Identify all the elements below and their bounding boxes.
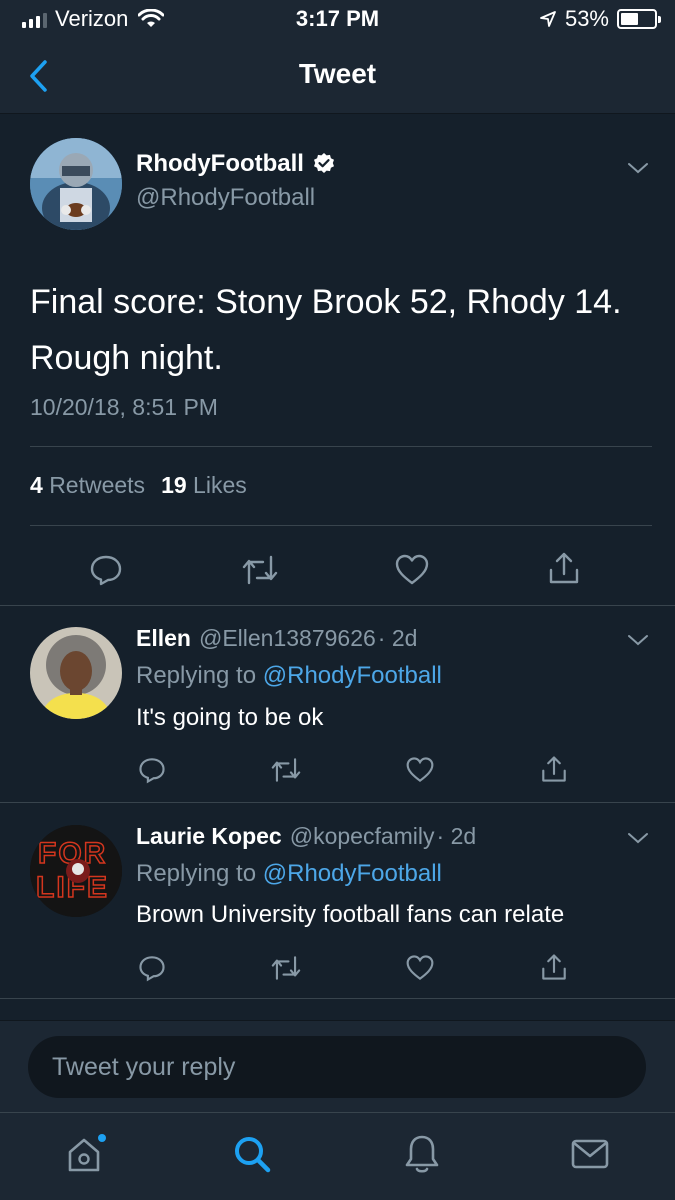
retweet-button[interactable] — [238, 548, 282, 592]
like-label: Likes — [193, 472, 247, 498]
like-button[interactable] — [390, 548, 434, 592]
reply-icon — [90, 555, 122, 586]
chevron-down-icon[interactable] — [626, 632, 650, 648]
reply-avatar[interactable]: FOR LIFE — [30, 825, 122, 917]
tab-home[interactable] — [54, 1124, 114, 1184]
reply-input[interactable] — [28, 1036, 646, 1098]
location-arrow-icon — [540, 11, 556, 27]
chevron-down-icon[interactable] — [626, 160, 650, 176]
reply-icon — [139, 758, 165, 784]
retweet-label: Retweets — [49, 472, 146, 498]
retweet-icon — [271, 758, 301, 782]
reply-text: Brown University football fans can relat… — [136, 901, 565, 928]
retweet-count: 4 — [30, 472, 43, 498]
share-button[interactable] — [542, 546, 586, 590]
verified-badge-icon — [313, 153, 334, 173]
share-button[interactable] — [534, 948, 574, 986]
replying-to-link[interactable]: @RhodyFootball — [263, 860, 442, 887]
author-name-row: RhodyFootball — [136, 150, 336, 178]
status-right: 53% — [539, 6, 661, 32]
person-avatar — [30, 627, 122, 719]
retweet-button[interactable] — [266, 950, 306, 986]
share-icon — [542, 756, 566, 782]
tab-search[interactable] — [222, 1124, 282, 1184]
divider — [0, 605, 675, 606]
reply-text: It's going to be ok — [136, 704, 324, 731]
battery-fill — [621, 13, 638, 25]
author-name[interactable]: RhodyFootball — [136, 150, 304, 178]
mail-icon — [571, 1139, 609, 1169]
tweet-stats: 4 Retweets 19 Likes — [30, 472, 247, 499]
retweet-button[interactable] — [266, 752, 306, 788]
reply-button[interactable] — [132, 752, 172, 788]
tweet-actions — [0, 540, 675, 600]
reply-avatar[interactable] — [30, 627, 122, 719]
home-icon — [68, 1134, 106, 1172]
football-player-avatar — [30, 138, 122, 230]
reply-button[interactable] — [132, 950, 172, 986]
retweet-icon — [271, 956, 301, 980]
chevron-down-icon[interactable] — [626, 830, 650, 846]
battery-icon — [617, 9, 661, 29]
share-button[interactable] — [534, 750, 574, 788]
tweet-timestamp: 10/20/18, 8:51 PM — [30, 394, 218, 420]
reply-button[interactable] — [84, 548, 128, 592]
like-button[interactable] — [400, 950, 440, 986]
divider — [0, 998, 675, 999]
reply-author-handle[interactable]: @kopecfamily — [290, 823, 435, 850]
author-avatar[interactable] — [30, 138, 122, 230]
reply-header: Laurie Kopec @kopecfamily · 2d — [136, 823, 476, 850]
replying-to-prefix: Replying to — [136, 860, 257, 887]
divider — [30, 525, 652, 526]
retweet-icon — [242, 555, 278, 585]
replying-to-link[interactable]: @RhodyFootball — [263, 662, 442, 689]
retweets-stat[interactable]: 4 Retweets — [30, 472, 145, 499]
author-handle[interactable]: @RhodyFootball — [136, 184, 315, 212]
replying-to: Replying to @RhodyFootball — [136, 860, 442, 888]
replying-to: Replying to @RhodyFootball — [136, 662, 442, 690]
tweet-text: Final score: Stony Brook 52, Rhody 14. R… — [30, 283, 622, 377]
heart-icon — [395, 554, 429, 585]
likes-stat[interactable]: 19 Likes — [161, 472, 247, 499]
for-life-logo-avatar: FOR LIFE — [30, 825, 122, 917]
battery-percent: 53% — [564, 6, 609, 31]
heart-icon — [406, 955, 434, 981]
share-icon — [549, 552, 579, 584]
reply-age: · 2d — [436, 823, 477, 849]
reply-header: Ellen @Ellen13879626 · 2d — [136, 625, 417, 652]
page-title: Tweet — [298, 58, 377, 89]
reply-author-name[interactable]: Ellen — [136, 625, 191, 652]
reply-author-handle[interactable]: @Ellen13879626 — [199, 625, 376, 652]
bell-icon — [405, 1135, 439, 1173]
reply-author-name[interactable]: Laurie Kopec — [136, 823, 282, 850]
tab-notifications[interactable] — [392, 1124, 452, 1184]
search-icon — [235, 1137, 271, 1173]
like-count: 19 — [161, 472, 187, 498]
heart-icon — [406, 757, 434, 783]
divider — [0, 802, 675, 803]
reply-icon — [139, 956, 165, 982]
replying-to-prefix: Replying to — [136, 662, 257, 689]
reply-age: · 2d — [377, 625, 418, 651]
tab-messages[interactable] — [560, 1124, 620, 1184]
share-icon — [542, 954, 566, 980]
divider — [30, 446, 652, 447]
like-button[interactable] — [400, 752, 440, 788]
